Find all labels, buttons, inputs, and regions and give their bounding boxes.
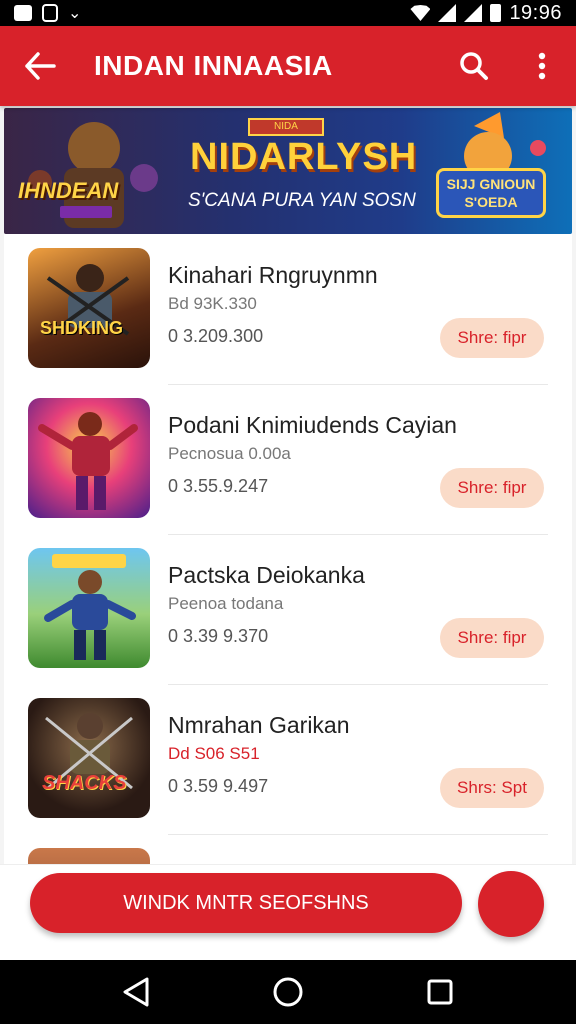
app-bar: INDAN INNAASIA bbox=[0, 26, 576, 106]
game-price: 0 3.39 9.370 bbox=[168, 626, 269, 646]
game-meta: Bd 93K.330 bbox=[168, 294, 257, 313]
thumbnail-title: SHACKS bbox=[42, 772, 127, 794]
share-button[interactable]: Shrs: Spt bbox=[440, 768, 544, 808]
thumbnail-art bbox=[46, 264, 130, 336]
game-thumbnail bbox=[28, 548, 150, 668]
banner-left-tag bbox=[60, 206, 112, 218]
thumbnail-title: SHDKING bbox=[40, 318, 124, 338]
promo-banner[interactable]: IHNDEAN NIDA NIDARLYSH S'CANA PURA YAN S… bbox=[4, 108, 572, 234]
game-thumbnail bbox=[28, 398, 150, 518]
signal-icon-2 bbox=[464, 4, 483, 22]
arrow-left-icon bbox=[25, 52, 56, 80]
game-meta: Peenoa todana bbox=[168, 594, 284, 613]
banner-badge: SIJJ GNIOUN S'OEDA bbox=[436, 168, 546, 218]
more-options-button[interactable] bbox=[508, 26, 576, 106]
list-item[interactable]: Pactska Deiokanka Peenoa todana 0 3.39 9… bbox=[4, 534, 572, 684]
wifi-icon bbox=[410, 5, 431, 21]
circle-home-icon bbox=[273, 977, 303, 1007]
chevron-down-icon: ⌄ bbox=[68, 5, 82, 22]
game-meta: Dd S06 S51 bbox=[168, 744, 260, 763]
status-bar: ⌄ 19:96 bbox=[0, 0, 576, 26]
share-button[interactable]: Shre: fipr bbox=[440, 318, 544, 358]
floating-action-button[interactable] bbox=[478, 871, 544, 937]
triangle-back-icon bbox=[123, 977, 149, 1007]
game-list: SHDKING Kinahari Rngruynmn Bd 93K.330 0 … bbox=[4, 234, 572, 864]
system-nav-bar bbox=[0, 960, 576, 1024]
primary-action-button[interactable]: WINDK MNTR SEOFSHNS bbox=[30, 873, 462, 933]
search-icon bbox=[460, 52, 488, 80]
game-name: Nmrahan Garikan bbox=[168, 712, 350, 738]
nav-recents-button[interactable] bbox=[410, 962, 470, 1022]
nav-home-button[interactable] bbox=[258, 962, 318, 1022]
game-meta: Pecnosua 0.00a bbox=[168, 444, 291, 463]
thumbnail-art bbox=[38, 412, 138, 510]
banner-tag: NIDA bbox=[248, 118, 324, 136]
nav-back-button[interactable] bbox=[106, 962, 166, 1022]
signal-icon bbox=[438, 4, 457, 22]
bottom-action-area: WINDK MNTR SEOFSHNS bbox=[0, 864, 576, 960]
banner-left-text: IHNDEAN bbox=[18, 178, 119, 203]
game-name: Kinahari Rngruynmn bbox=[168, 262, 378, 288]
share-button[interactable]: Shre: fipr bbox=[440, 618, 544, 658]
divider bbox=[168, 834, 548, 835]
search-button[interactable] bbox=[440, 26, 508, 106]
game-price: 0 3.209.300 bbox=[168, 326, 264, 346]
game-price: 0 3.55.9.247 bbox=[168, 476, 269, 496]
share-button[interactable]: Shre: fipr bbox=[440, 468, 544, 508]
list-item-partial[interactable] bbox=[4, 848, 572, 864]
back-button[interactable] bbox=[0, 26, 80, 106]
status-time: 19:96 bbox=[509, 1, 562, 24]
banner-subtitle: S'CANA PURA YAN SOSN bbox=[188, 190, 416, 211]
game-thumbnail: SHDKING bbox=[28, 248, 150, 368]
notification-icon bbox=[14, 5, 32, 21]
thumbnail-art bbox=[44, 554, 136, 660]
list-item[interactable]: SHACKS Nmrahan Garikan Dd S06 S51 0 3.59… bbox=[4, 684, 572, 834]
app-title: INDAN INNAASIA bbox=[94, 50, 333, 81]
sync-icon bbox=[42, 4, 58, 22]
game-price: 0 3.59 9.497 bbox=[168, 776, 269, 796]
battery-icon bbox=[490, 4, 502, 22]
game-thumbnail: SHACKS bbox=[28, 698, 150, 818]
game-name: Pactska Deiokanka bbox=[168, 562, 365, 588]
banner-title: NIDARLYSH bbox=[190, 136, 418, 178]
list-item[interactable]: Podani Knimiudends Cayian Pecnosua 0.00a… bbox=[4, 384, 572, 534]
thumbnail-art bbox=[45, 713, 133, 790]
list-item[interactable]: SHDKING Kinahari Rngruynmn Bd 93K.330 0 … bbox=[4, 234, 572, 384]
square-recents-icon bbox=[427, 979, 453, 1005]
screen: ⌄ 19:96 INDAN INNAASIA IHNDEAN NIDA NIDA… bbox=[0, 0, 576, 1024]
game-name: Podani Knimiudends Cayian bbox=[168, 412, 457, 438]
more-vert-icon bbox=[538, 52, 546, 80]
game-thumbnail bbox=[28, 848, 150, 864]
